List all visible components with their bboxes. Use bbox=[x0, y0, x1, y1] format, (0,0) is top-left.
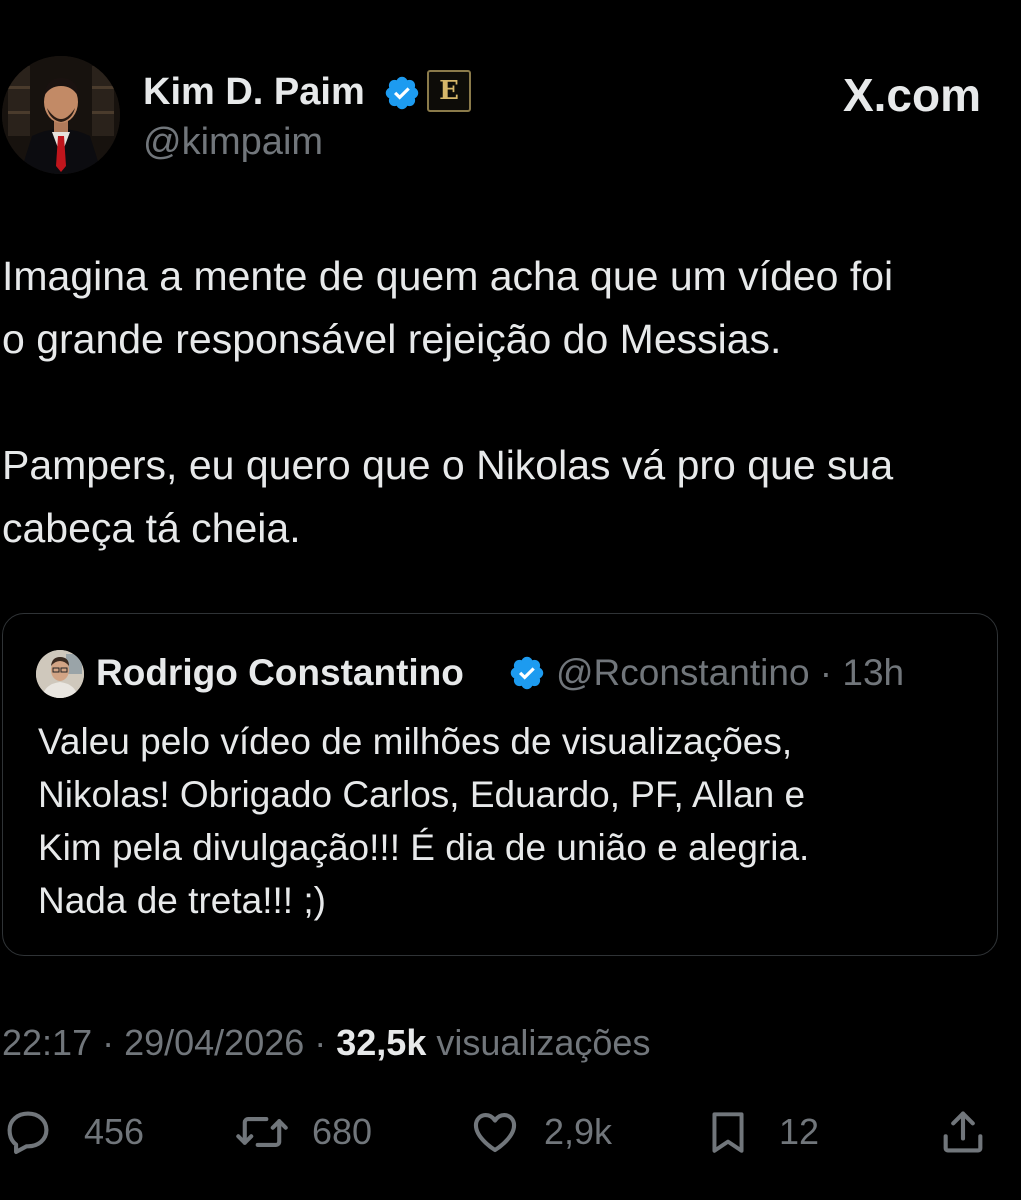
views-label: visualizações bbox=[426, 1022, 651, 1063]
tweet-paragraph: Pampers, eu quero que o Nikolas vá pro q… bbox=[2, 442, 894, 551]
bookmark-icon bbox=[712, 1112, 744, 1153]
quoted-tweet-text: Valeu pelo vídeo de milhões de visualiza… bbox=[38, 721, 810, 921]
quoted-tweet-card[interactable]: Rodrigo Constantino @Rconstantino · 13h … bbox=[2, 613, 998, 956]
verified-badge-icon bbox=[510, 656, 544, 690]
share-icon bbox=[943, 1111, 983, 1153]
tweet-timestamp[interactable]: 22:17 · 29/04/2026 · bbox=[2, 1022, 336, 1063]
quoted-author-name[interactable]: Rodrigo Constantino bbox=[96, 651, 464, 695]
repost-count: 680 bbox=[312, 1111, 373, 1152]
bookmark-button[interactable]: 12 bbox=[703, 1100, 819, 1164]
tweet-text: Imagina a mente de quem acha que um víde… bbox=[2, 245, 1012, 623]
share-button[interactable] bbox=[937, 1100, 989, 1164]
author-avatar[interactable] bbox=[2, 56, 120, 174]
site-label: X.com bbox=[842, 69, 981, 121]
repost-icon bbox=[236, 1117, 288, 1147]
views-count[interactable]: 32,5k bbox=[336, 1022, 426, 1063]
reply-button[interactable]: 456 bbox=[2, 1100, 144, 1164]
affiliation-badge-icon[interactable]: E bbox=[427, 70, 471, 112]
action-bar: 456 680 2,9k 12 bbox=[0, 1100, 1021, 1164]
author-handle[interactable]: @kimpaim bbox=[143, 120, 323, 164]
tweet-paragraph: Imagina a mente de quem acha que um víde… bbox=[2, 253, 894, 362]
bookmark-count: 12 bbox=[779, 1111, 820, 1152]
like-count: 2,9k bbox=[544, 1111, 613, 1152]
reply-count: 456 bbox=[84, 1111, 145, 1152]
reply-icon bbox=[7, 1111, 49, 1154]
repost-button[interactable]: 680 bbox=[234, 1100, 372, 1164]
verified-badge-icon bbox=[385, 76, 419, 110]
author-name[interactable]: Kim D. Paim bbox=[143, 70, 365, 114]
tweet-header: Kim D. Paim E @kimpaim X.com bbox=[0, 52, 1021, 182]
quoted-author-handle-time[interactable]: @Rconstantino · 13h bbox=[556, 651, 904, 695]
quoted-author-avatar[interactable] bbox=[36, 650, 84, 698]
like-button[interactable]: 2,9k bbox=[468, 1100, 612, 1164]
tweet-meta: 22:17 · 29/04/2026 · 32,5k visualizações bbox=[2, 1020, 650, 1066]
heart-icon bbox=[473, 1113, 517, 1153]
